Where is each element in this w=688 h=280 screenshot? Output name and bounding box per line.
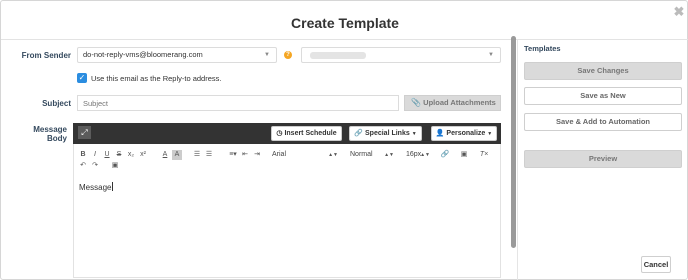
font-size-select[interactable]: 16px ▲▼ xyxy=(406,150,430,160)
header-divider xyxy=(1,39,688,40)
message-body-label: Message Body xyxy=(33,125,67,143)
from-sender-select[interactable]: do-not-reply-vms@bloomerang.com ▼ xyxy=(77,47,277,63)
format-toolbar-row-1: B I U S x₂ x² A A ☰ ☰ ≡▾ ⇤ ⇥ Arial ▲▼ No… xyxy=(74,150,502,160)
chevron-down-icon: ▼ xyxy=(411,131,417,137)
upload-attachments-label: Upload Attachments xyxy=(423,98,496,107)
blurred-value xyxy=(310,52,366,59)
format-select[interactable]: Normal ▲▼ xyxy=(350,150,394,160)
format-toolbar-row-2: ↶ ↷ ▣ xyxy=(74,161,502,171)
from-sender-label: From Sender xyxy=(21,51,71,60)
updown-icon: ▲▼ xyxy=(384,152,394,158)
cancel-button[interactable]: Cancel xyxy=(641,256,671,273)
font-family-value: Arial xyxy=(272,151,287,158)
format-value: Normal xyxy=(350,151,373,158)
clock-icon: ◷ xyxy=(276,130,283,137)
updown-icon: ▲▼ xyxy=(420,152,430,158)
background-color-icon[interactable]: A xyxy=(172,150,182,160)
chevron-down-icon: ▼ xyxy=(487,131,493,137)
scrollbar[interactable] xyxy=(511,36,516,248)
image-icon[interactable]: ▣ xyxy=(459,150,469,160)
message-text[interactable]: Message xyxy=(79,182,114,192)
personalize-label: Personalize xyxy=(446,130,486,137)
strikethrough-icon[interactable]: S xyxy=(114,150,124,160)
font-family-select[interactable]: Arial ▲▼ xyxy=(272,150,338,160)
underline-icon[interactable]: U xyxy=(102,150,112,160)
font-size-value: 16px xyxy=(406,151,422,158)
subject-input[interactable] xyxy=(77,95,399,111)
chevron-down-icon: ▼ xyxy=(488,52,494,58)
reply-to-label: Use this email as the Reply-to address. xyxy=(91,74,222,83)
superscript-icon[interactable]: x² xyxy=(138,150,148,160)
subject-label: Subject xyxy=(42,99,71,108)
templates-title: Templates xyxy=(524,44,561,53)
upload-attachments-button[interactable]: 📎 Upload Attachments xyxy=(404,95,501,111)
indent-increase-icon[interactable]: ⇥ xyxy=(252,150,262,160)
special-links-button[interactable]: 🔗 Special Links ▼ xyxy=(349,126,422,141)
rich-text-editor[interactable]: B I U S x₂ x² A A ☰ ☰ ≡▾ ⇤ ⇥ Arial ▲▼ No… xyxy=(73,144,501,278)
redo-icon[interactable]: ↷ xyxy=(90,161,100,171)
help-icon[interactable]: ? xyxy=(284,51,292,59)
panel-divider xyxy=(517,39,518,280)
paperclip-icon: 📎 xyxy=(411,98,421,107)
create-template-dialog: Create Template ✖ From Sender do-not-rep… xyxy=(0,0,688,280)
personalize-button[interactable]: 👤 Personalize ▼ xyxy=(431,126,497,141)
save-add-automation-button[interactable]: Save & Add to Automation xyxy=(524,113,682,131)
align-icon[interactable]: ≡▾ xyxy=(226,150,240,160)
reply-to-checkbox[interactable]: ✓ xyxy=(77,73,87,83)
updown-icon: ▲▼ xyxy=(328,152,338,158)
person-icon: 👤 xyxy=(435,130,445,137)
bold-icon[interactable]: B xyxy=(78,150,88,160)
trash-icon[interactable]: ▣ xyxy=(110,161,120,171)
insert-schedule-label: Insert Schedule xyxy=(284,130,337,137)
italic-icon[interactable]: I xyxy=(90,150,100,160)
special-links-label: Special Links xyxy=(365,130,410,137)
bullet-list-icon[interactable]: ☰ xyxy=(204,150,214,160)
clear-formatting-icon[interactable]: T× xyxy=(479,150,489,160)
text-cursor xyxy=(112,182,114,191)
subscript-icon[interactable]: x₂ xyxy=(126,150,136,160)
message-content: Message xyxy=(79,183,112,192)
chevron-down-icon: ▼ xyxy=(264,52,270,58)
indent-decrease-icon[interactable]: ⇤ xyxy=(240,150,250,160)
from-sender-value: do-not-reply-vms@bloomerang.com xyxy=(83,50,203,59)
link-icon: 🔗 xyxy=(354,130,364,137)
save-as-new-button[interactable]: Save as New xyxy=(524,87,682,105)
numbered-list-icon[interactable]: ☰ xyxy=(192,150,202,160)
link-icon[interactable]: 🔗 xyxy=(440,150,450,160)
undo-icon[interactable]: ↶ xyxy=(78,161,88,171)
editor-top-toolbar: ⤢ ◷ Insert Schedule 🔗 Special Links ▼ 👤 … xyxy=(73,123,501,144)
expand-icon[interactable]: ⤢ xyxy=(78,126,91,139)
secondary-sender-select[interactable]: ▼ xyxy=(301,47,501,63)
close-icon[interactable]: ✖ xyxy=(673,5,685,18)
preview-button[interactable]: Preview xyxy=(524,150,682,168)
save-changes-button[interactable]: Save Changes xyxy=(524,62,682,80)
text-color-icon[interactable]: A xyxy=(160,150,170,160)
insert-schedule-button[interactable]: ◷ Insert Schedule xyxy=(271,126,342,141)
dialog-title: Create Template xyxy=(291,15,399,31)
